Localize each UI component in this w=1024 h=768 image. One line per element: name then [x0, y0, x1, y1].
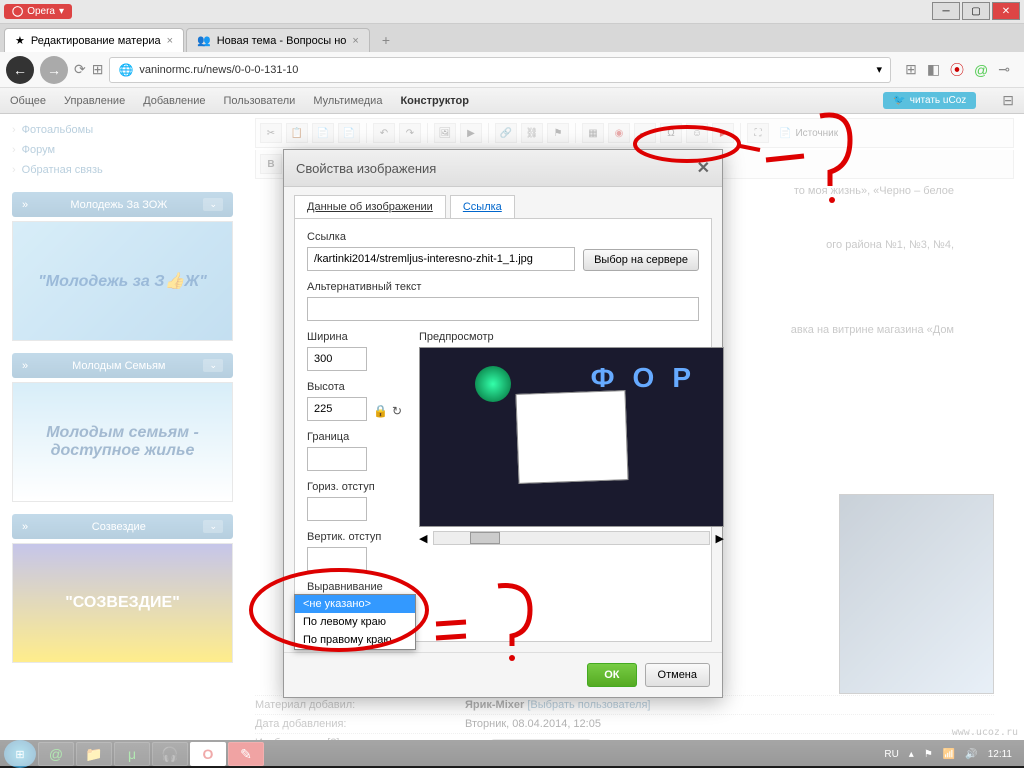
- preview-label: Предпросмотр: [419, 331, 724, 343]
- preview-scrollbar[interactable]: ◀ ▶: [419, 531, 724, 545]
- reset-icon[interactable]: ↻: [392, 404, 402, 418]
- browser-top-bar: Opera ▾ ─ ▢ ✕: [0, 0, 1024, 24]
- server-button[interactable]: Выбор на сервере: [583, 249, 699, 271]
- align-option-left[interactable]: По левому краю: [295, 613, 415, 631]
- dialog-footer: ОК Отмена: [284, 652, 722, 697]
- hspace-label: Гориз. отступ: [307, 481, 407, 493]
- dialog-close-icon[interactable]: ✕: [697, 158, 710, 178]
- key-icon[interactable]: ⊸: [998, 61, 1010, 78]
- twitter-button[interactable]: 🐦 читать uCoz: [883, 92, 976, 109]
- site-icon: 🌐: [118, 63, 133, 77]
- opera-menu-button[interactable]: Opera ▾: [4, 4, 72, 19]
- scroll-right-icon[interactable]: ▶: [716, 532, 724, 545]
- preview-box: ФОР: [419, 347, 724, 527]
- align-option-none[interactable]: <не указано>: [295, 595, 415, 613]
- new-tab-button[interactable]: +: [372, 28, 400, 52]
- tab-close-icon[interactable]: ×: [352, 35, 358, 47]
- tab-image-data[interactable]: Данные об изображении: [294, 195, 446, 218]
- tab-inactive[interactable]: 👥 Новая тема - Вопросы но ×: [186, 28, 370, 52]
- admin-add[interactable]: Добавление: [143, 95, 205, 107]
- tab-close-icon[interactable]: ×: [167, 35, 173, 47]
- admin-general[interactable]: Общее: [10, 95, 46, 107]
- admin-collapse-icon[interactable]: ⊟: [1002, 92, 1014, 109]
- url-text: vaninormc.ru/news/0-0-0-131-10: [139, 64, 870, 76]
- cancel-button[interactable]: Отмена: [645, 663, 710, 687]
- link-label: Ссылка: [307, 231, 699, 243]
- tab-title: Новая тема - Вопросы но: [217, 35, 347, 47]
- vspace-input[interactable]: [307, 547, 367, 571]
- minimize-button[interactable]: ─: [932, 2, 960, 20]
- back-button[interactable]: ←: [6, 56, 34, 84]
- dialog-title: Свойства изображения ✕: [284, 150, 722, 187]
- close-button[interactable]: ✕: [992, 2, 1020, 20]
- alt-input[interactable]: [307, 297, 699, 321]
- tab-bar: ★ Редактирование материа × 👥 Новая тема …: [0, 24, 1024, 52]
- admin-constructor[interactable]: Конструктор: [400, 95, 468, 107]
- border-input[interactable]: [307, 447, 367, 471]
- vspace-label: Вертик. отступ: [307, 531, 407, 543]
- url-input[interactable]: 🌐 vaninormc.ru/news/0-0-0-131-10 ▾: [109, 57, 891, 83]
- dropdown-icon[interactable]: ▾: [877, 63, 883, 76]
- alt-label: Альтернативный текст: [307, 281, 699, 293]
- admin-manage[interactable]: Управление: [64, 95, 125, 107]
- align-option-right[interactable]: По правому краю: [295, 631, 415, 649]
- url-bar: ← → ⟳ ⊞ 🌐 vaninormc.ru/news/0-0-0-131-10…: [0, 52, 1024, 88]
- adblock-icon[interactable]: ⦿: [950, 60, 964, 80]
- icon-1[interactable]: ⊞: [905, 61, 917, 78]
- tab-active[interactable]: ★ Редактирование материа ×: [4, 28, 184, 52]
- hspace-input[interactable]: [307, 497, 367, 521]
- tab-icon: ★: [15, 34, 25, 47]
- height-input[interactable]: [307, 397, 367, 421]
- speed-dial-icon[interactable]: ⊞: [92, 61, 104, 78]
- at-icon[interactable]: @: [974, 62, 988, 78]
- admin-multimedia[interactable]: Мультимедиа: [313, 95, 382, 107]
- align-label: Выравнивание: [307, 581, 407, 593]
- border-label: Граница: [307, 431, 407, 443]
- width-label: Ширина: [307, 331, 407, 343]
- width-input[interactable]: [307, 347, 367, 371]
- forward-button[interactable]: →: [40, 56, 68, 84]
- tab-link[interactable]: Ссылка: [450, 195, 515, 218]
- admin-users[interactable]: Пользователи: [224, 95, 296, 107]
- tab-title: Редактирование материа: [31, 35, 161, 47]
- icon-2[interactable]: ◧: [927, 61, 940, 78]
- admin-bar: Общее Управление Добавление Пользователи…: [0, 88, 1024, 114]
- scroll-left-icon[interactable]: ◀: [419, 532, 427, 545]
- ok-button[interactable]: ОК: [587, 663, 636, 687]
- align-dropdown-list: <не указано> По левому краю По правому к…: [294, 594, 416, 650]
- dialog-tabs: Данные об изображении Ссылка: [284, 187, 722, 218]
- reload-icon[interactable]: ⟳: [74, 61, 86, 78]
- tab-icon: 👥: [197, 34, 211, 47]
- lock-icon[interactable]: 🔒: [373, 404, 388, 418]
- link-input[interactable]: [307, 247, 575, 271]
- maximize-button[interactable]: ▢: [962, 2, 990, 20]
- height-label: Высота: [307, 381, 407, 393]
